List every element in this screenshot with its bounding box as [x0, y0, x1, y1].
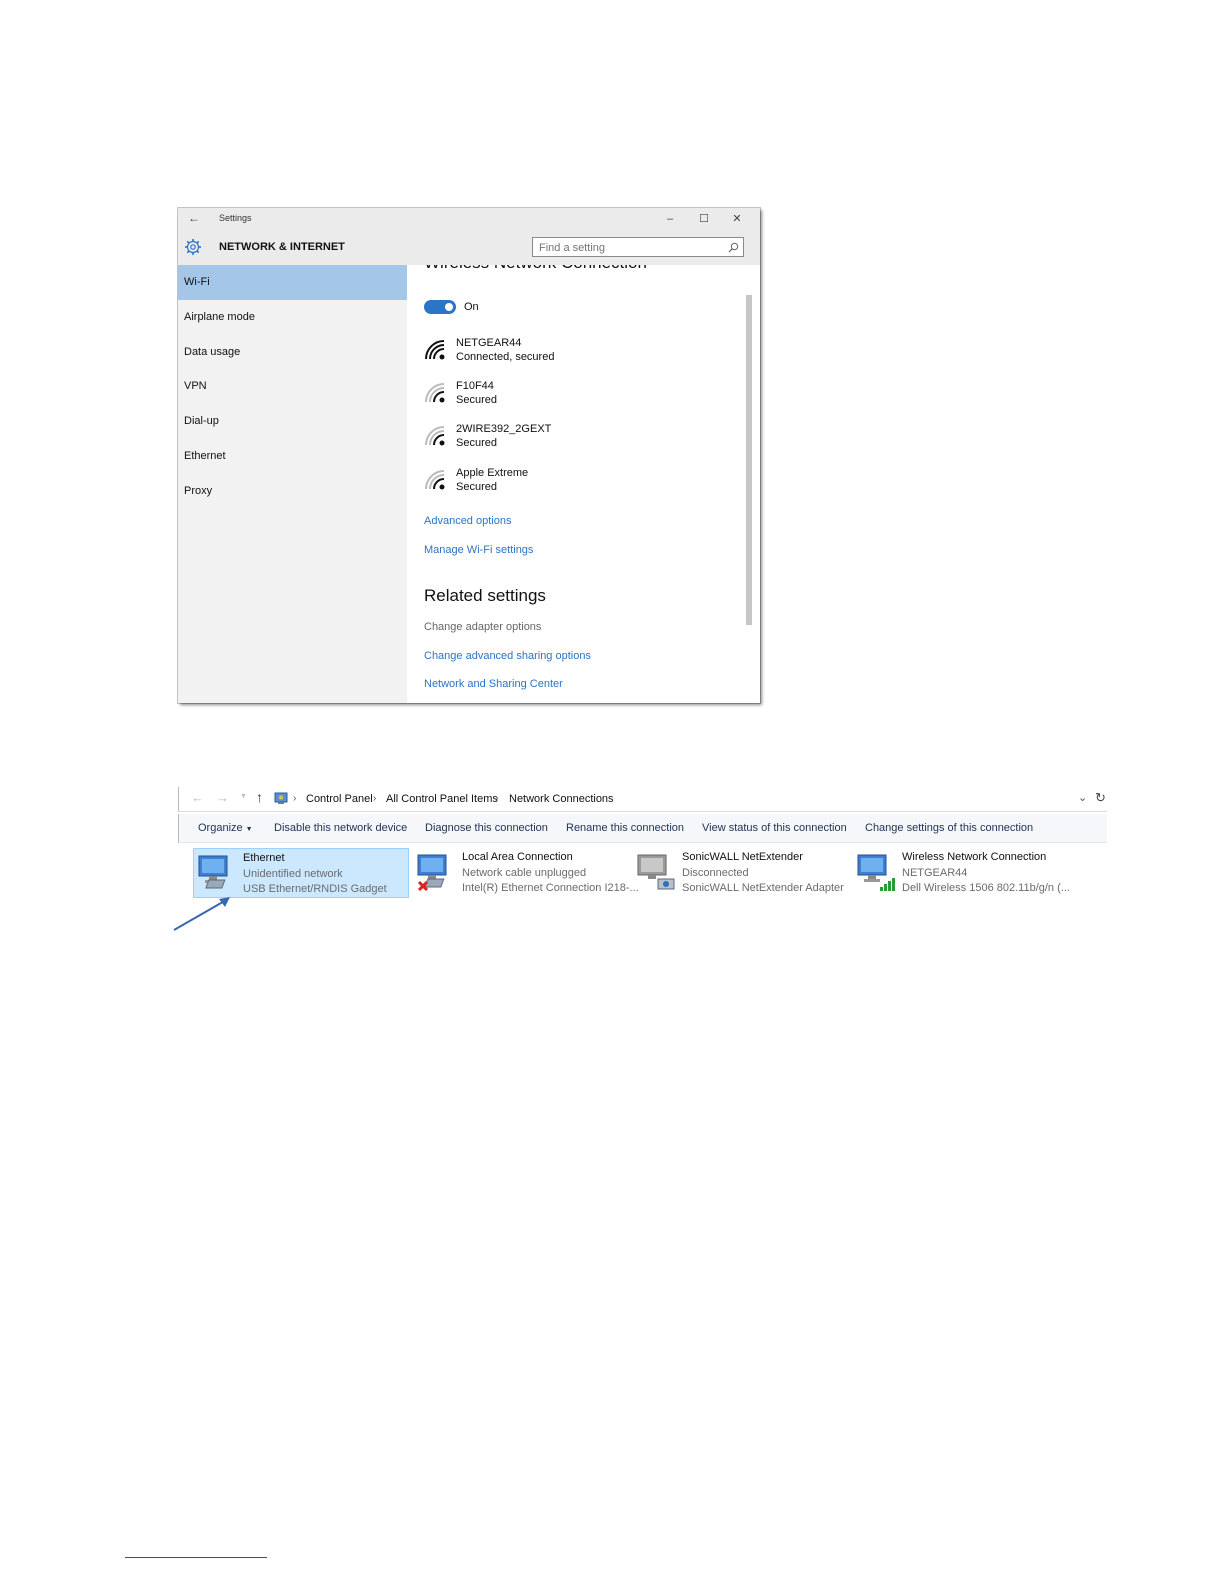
gear-icon [185, 239, 201, 255]
wifi-signal-icon [425, 470, 445, 490]
minimize-icon[interactable]: – [658, 211, 682, 227]
breadcrumb-separator-icon: › [373, 793, 377, 804]
caret-down-icon: ▼ [245, 826, 253, 833]
connection-ethernet[interactable]: Ethernet Unidentified network USB Ethern… [193, 848, 409, 898]
network-name: Apple Extreme [456, 467, 529, 479]
disable-device-button[interactable]: Disable this network device [274, 822, 407, 834]
connection-name: Wireless Network Connection [902, 851, 1047, 863]
network-name: 2WIRE392_2GEXT [456, 423, 552, 435]
wireless-adapter-icon [857, 854, 895, 891]
connection-wireless[interactable]: Wireless Network Connection NETGEAR44 De… [853, 848, 1098, 898]
breadcrumb-network-connections[interactable]: Network Connections [509, 793, 614, 805]
recent-locations-icon[interactable]: ▼ [240, 793, 247, 800]
rename-button[interactable]: Rename this connection [566, 822, 684, 834]
vpn-adapter-icon [637, 854, 675, 890]
settings-header: NETWORK & INTERNET [178, 230, 760, 265]
network-connections-explorer: ← → ▼ ↑ › Control Panel › All Control Pa… [178, 787, 1107, 907]
chevron-down-icon[interactable]: ⌄ [1078, 791, 1087, 804]
address-bar: ← → ▼ ↑ › Control Panel › All Control Pa… [178, 787, 1107, 812]
wifi-signal-icon [425, 383, 445, 403]
ethernet-adapter-icon [198, 855, 228, 889]
network-sharing-center-link[interactable]: Network and Sharing Center [424, 678, 563, 690]
change-sharing-options-link[interactable]: Change advanced sharing options [424, 650, 591, 662]
nav-item-data-usage[interactable]: Data usage [178, 335, 407, 370]
search-icon[interactable] [728, 242, 739, 253]
connection-local-area[interactable]: Local Area Connection Network cable unpl… [413, 848, 639, 898]
connection-status: Unidentified network [243, 868, 343, 880]
connection-status: Network cable unplugged [462, 867, 587, 879]
nav-item-dial-up[interactable]: Dial-up [178, 404, 407, 439]
diagnose-button[interactable]: Diagnose this connection [425, 822, 548, 834]
network-status: Connected, secured [456, 351, 555, 363]
change-adapter-options-link[interactable]: Change adapter options [424, 621, 541, 633]
organize-label: Organize [198, 822, 243, 834]
up-arrow-icon[interactable]: ↑ [256, 789, 263, 805]
connection-device: USB Ethernet/RNDIS Gadget [243, 883, 387, 895]
network-status: Secured [456, 437, 497, 449]
network-item[interactable]: Apple Extreme Secured [424, 467, 724, 499]
breadcrumb-control-panel[interactable]: Control Panel [306, 793, 373, 805]
connection-status: NETGEAR44 [902, 867, 968, 879]
forward-arrow-icon[interactable]: → [216, 790, 229, 805]
network-status: Secured [456, 394, 497, 406]
wifi-content: Wireless Network Connection On NETGEAR44… [407, 265, 744, 703]
content-scrollbar[interactable] [744, 265, 760, 703]
network-name: NETGEAR44 [456, 337, 522, 349]
organize-button[interactable]: Organize ▼ [198, 822, 253, 834]
network-item[interactable]: 2WIRE392_2GEXT Secured [424, 423, 724, 455]
nav-item-ethernet[interactable]: Ethernet [178, 439, 407, 474]
breadcrumb-all-items[interactable]: All Control Panel Items [386, 793, 498, 805]
control-panel-icon [274, 792, 288, 804]
command-bar: Organize ▼ Disable this network device Di… [178, 814, 1107, 843]
network-item[interactable]: F10F44 Secured [424, 380, 724, 412]
change-settings-button[interactable]: Change settings of this connection [865, 822, 1033, 834]
related-settings-heading: Related settings [424, 586, 546, 605]
back-arrow-icon[interactable]: ← [188, 211, 200, 225]
back-arrow-icon[interactable]: ← [191, 790, 204, 805]
connection-name: Ethernet [243, 852, 285, 864]
manage-wifi-settings-link[interactable]: Manage Wi-Fi settings [424, 544, 533, 556]
nav-item-airplane-mode[interactable]: Airplane mode [178, 300, 407, 335]
connection-device: SonicWALL NetExtender Adapter [682, 882, 844, 894]
search-box[interactable] [532, 237, 744, 257]
breadcrumb-separator-icon: › [293, 793, 297, 804]
footnote-separator [125, 1557, 267, 1558]
search-input[interactable] [533, 239, 725, 257]
wifi-signal-icon [425, 340, 445, 360]
network-status: Secured [456, 481, 497, 493]
nav-item-proxy[interactable]: Proxy [178, 474, 407, 509]
window-title: Settings [219, 213, 252, 223]
toggle-label: On [464, 301, 479, 313]
refresh-icon[interactable]: ↻ [1095, 790, 1106, 806]
network-item[interactable]: NETGEAR44 Connected, secured [424, 337, 724, 369]
maximize-icon[interactable]: ☐ [692, 211, 716, 227]
left-nav: Wi-Fi Airplane mode Data usage VPN Dial-… [178, 265, 407, 703]
section-title: NETWORK & INTERNET [219, 241, 345, 253]
annotation-arrow-icon [173, 897, 230, 931]
connection-status: Disconnected [682, 867, 749, 879]
ethernet-unplugged-icon [417, 854, 447, 892]
content-heading: Wireless Network Connection [424, 265, 647, 273]
nav-item-vpn[interactable]: VPN [178, 369, 407, 404]
toggle-knob [445, 303, 453, 311]
wifi-toggle[interactable] [424, 300, 456, 314]
scroll-thumb[interactable] [746, 295, 752, 625]
title-bar: ← Settings – ☐ ✕ [178, 208, 760, 230]
connection-name: Local Area Connection [462, 851, 573, 863]
connection-device: Intel(R) Ethernet Connection I218-... [462, 882, 639, 894]
nav-item-wifi[interactable]: Wi-Fi [178, 265, 407, 300]
close-icon[interactable]: ✕ [725, 211, 749, 227]
settings-window: ← Settings – ☐ ✕ NETWORK & INTERNET Wi- [178, 208, 760, 703]
advanced-options-link[interactable]: Advanced options [424, 515, 511, 527]
connection-device: Dell Wireless 1506 802.11b/g/n (... [902, 882, 1070, 894]
breadcrumb-separator-icon: › [495, 793, 499, 804]
connection-name: SonicWALL NetExtender [682, 851, 803, 863]
network-name: F10F44 [456, 380, 494, 392]
connection-sonicwall[interactable]: SonicWALL NetExtender Disconnected Sonic… [633, 848, 849, 898]
wifi-signal-icon [425, 426, 445, 446]
view-status-button[interactable]: View status of this connection [702, 822, 847, 834]
